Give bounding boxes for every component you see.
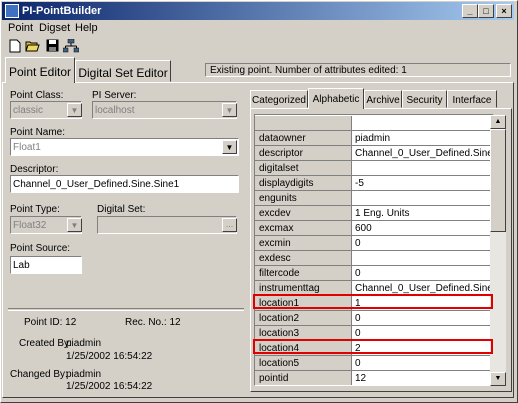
table-row[interactable]: exdesc [255,251,493,266]
highlight-box-location1 [253,294,493,309]
attribute-value[interactable]: 0 [352,356,493,371]
created-date: 1/25/2002 16:54:22 [66,351,153,362]
title-bar: PI-PointBuilder _ □ × [2,2,514,20]
attribute-name: digitalset [255,161,352,176]
descriptor-input[interactable]: Channel_0_User_Defined.Sine.Sine1 [10,175,239,193]
attribute-value[interactable]: 0 [352,311,493,326]
attribute-name: filtercode [255,266,352,281]
table-row[interactable]: descriptorChannel_0_User_Defined.Sine.Si… [255,146,493,161]
attribute-value[interactable] [352,161,493,176]
point-class-label: Point Class: [10,90,64,101]
point-class-dropdown-icon: ▼ [67,103,82,117]
rec-no: Rec. No.: 12 [125,317,181,328]
attribute-name: excdev [255,206,352,221]
tab-alphabetic[interactable]: Alphabetic [308,88,364,109]
changed-by-value: piadmin [66,369,102,380]
scroll-thumb[interactable] [490,129,506,232]
tab-security[interactable]: Security [402,90,447,108]
table-row[interactable]: digitalset [255,161,493,176]
created-by-value: piadmin [66,338,102,349]
attribute-name: location2 [255,311,352,326]
point-id: Point ID: 12 [24,317,77,328]
attribute-value[interactable] [352,251,493,266]
attribute-name: exdesc [255,251,352,266]
table-row[interactable]: location5 0 [255,356,493,371]
save-icon[interactable] [45,39,59,53]
table-row[interactable]: dataowner piadmin [255,131,493,146]
pi-server-select: localhost [92,101,237,119]
point-source-label: Point Source: [10,243,71,254]
table-row[interactable]: excdev 1 Eng. Units [255,206,493,221]
attribute-value[interactable]: 600 [352,221,493,236]
scroll-down-arrow-icon[interactable]: ▼ [490,372,506,386]
attribute-value[interactable] [352,116,493,131]
point-type-label: Point Type: [10,204,60,215]
highlight-box-location4 [253,339,493,354]
attribute-name: dataowner [255,131,352,146]
attribute-value[interactable] [352,191,493,206]
attribute-value[interactable]: -5 [352,176,493,191]
table-row[interactable]: pointid 12 [255,371,493,385]
attribute-name: descriptor [255,146,352,161]
window-title: PI-PointBuilder [22,5,102,17]
table-row[interactable]: engunits [255,191,493,206]
point-type-dropdown-icon: ▼ [67,218,82,232]
attribute-name: location5 [255,356,352,371]
attribute-value[interactable]: 0 [352,266,493,281]
attribute-value[interactable]: 0 [352,236,493,251]
network-icon[interactable] [62,38,80,53]
created-by-label: Created By: [19,338,72,349]
open-folder-icon[interactable] [25,39,40,53]
point-name-label: Point Name: [10,127,66,138]
table-row[interactable]: location2 0 [255,311,493,326]
info-separator [8,308,244,311]
attribute-value[interactable]: Channel_0_User_Defined.Sine.Sine [352,146,493,161]
pi-server-label: PI Server: [92,90,137,101]
descriptor-label: Descriptor: [10,164,59,175]
app-icon [5,4,19,18]
table-row[interactable]: excmin 0 [255,236,493,251]
menu-digset[interactable]: Digset [39,22,70,34]
tab-point-editor[interactable]: Point Editor [5,57,75,83]
digital-set-browse-button: ... [222,218,237,232]
scroll-up-arrow-icon[interactable]: ▲ [490,115,506,129]
tab-archive[interactable]: Archive [364,90,402,108]
tab-categorized[interactable]: Categorized [250,90,308,108]
attribute-value[interactable]: 1 Eng. Units [352,206,493,221]
menu-point[interactable]: Point [8,22,33,34]
new-file-icon[interactable] [8,39,22,53]
attribute-name: excmax [255,221,352,236]
attribute-name: pointid [255,371,352,385]
status-message: Existing point. Number of attributes edi… [205,63,511,77]
changed-date: 1/25/2002 16:54:22 [66,381,153,392]
tab-digital-set-editor[interactable]: Digital Set Editor [75,60,171,82]
point-name-dropdown-icon[interactable]: ▼ [222,140,237,154]
attribute-name: displaydigits [255,176,352,191]
pi-server-dropdown-icon: ▼ [222,103,237,117]
changed-by-label: Changed By: [10,369,68,380]
menu-help[interactable]: Help [75,22,98,34]
attribute-name [255,116,352,131]
attribute-value[interactable]: 12 [352,371,493,385]
point-name-select[interactable]: Float1 [10,138,239,156]
table-row[interactable]: displaydigits -5 [255,176,493,191]
close-button[interactable]: × [496,4,512,18]
digital-set-field [97,216,237,234]
attribute-name: excmin [255,236,352,251]
maximize-button[interactable]: □ [478,4,494,18]
table-row[interactable] [255,116,493,131]
tab-interface[interactable]: Interface [447,90,497,108]
digital-set-label: Digital Set: [97,204,146,215]
attribute-value[interactable]: piadmin [352,131,493,146]
table-row[interactable]: filtercode 0 [255,266,493,281]
minimize-button[interactable]: _ [462,4,478,18]
attribute-name: engunits [255,191,352,206]
point-source-input[interactable]: Lab [10,256,82,274]
table-row[interactable]: excmax 600 [255,221,493,236]
